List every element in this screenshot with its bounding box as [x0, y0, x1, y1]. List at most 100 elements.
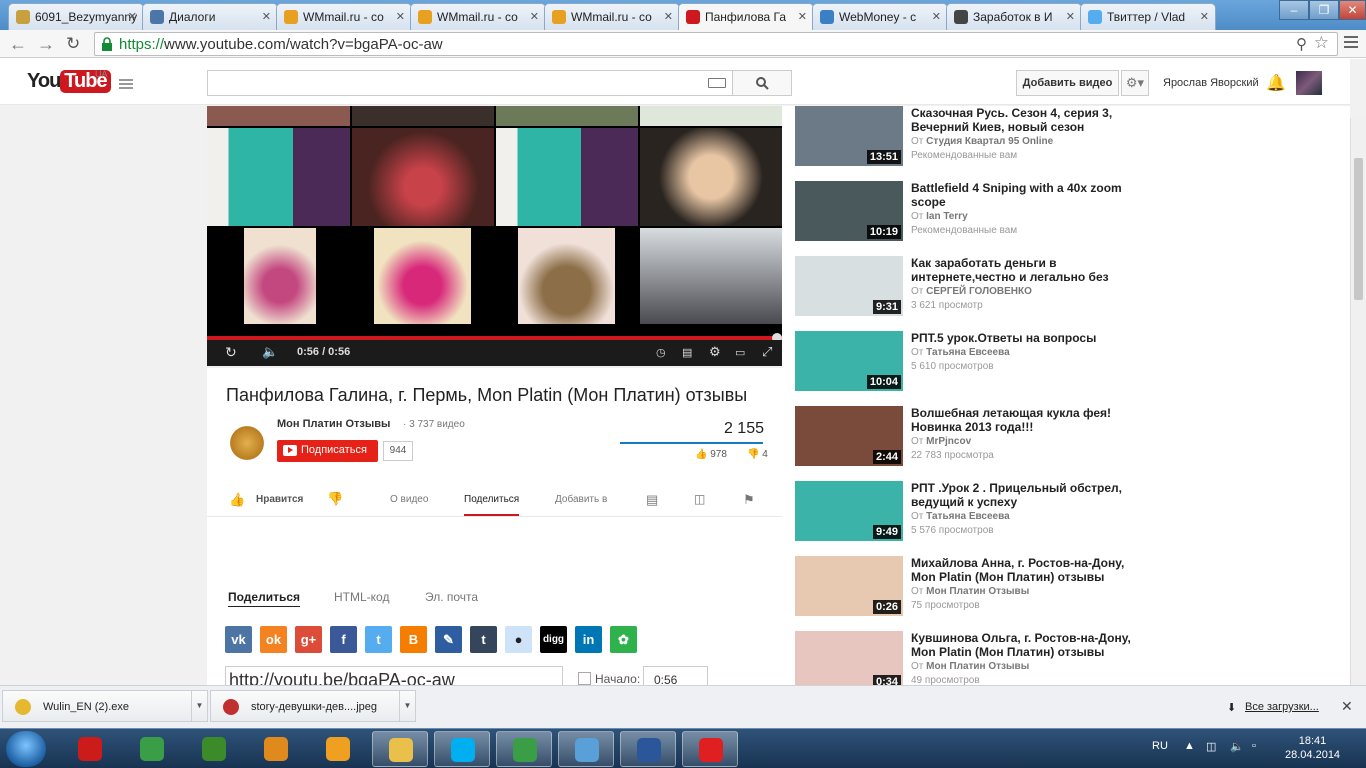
browser-tab[interactable]: Панфилова Га ✕ — [678, 3, 814, 31]
endscreen-thumb[interactable] — [244, 228, 316, 324]
fullscreen-icon[interactable]: ⤢ — [762, 344, 772, 360]
recommended-title[interactable]: Волшебная летающая кукла фея! Новинка 20… — [911, 406, 1133, 434]
video-thumbnail[interactable]: 10:04 — [795, 331, 903, 391]
taskbar-word[interactable] — [620, 731, 676, 767]
tumblr-share-icon[interactable]: t — [470, 626, 497, 653]
dislike-thumb-icon[interactable]: 👎 — [327, 491, 343, 507]
recommended-channel[interactable]: От Татьяна Евсеева — [911, 511, 1010, 522]
video-thumbnail[interactable]: 2:44 — [795, 406, 903, 466]
network-icon[interactable]: ▫ — [1252, 740, 1256, 752]
recommended-title[interactable]: Как заработать деньги в интернете,честно… — [911, 256, 1133, 284]
avatar[interactable] — [1296, 71, 1322, 95]
channel-name[interactable]: Мон Платин Отзывы — [277, 418, 390, 430]
theater-icon[interactable]: ▭ — [735, 346, 745, 359]
digg-share-icon[interactable]: digg — [540, 626, 567, 653]
subscribe-button[interactable]: Подписаться — [277, 440, 378, 462]
volume-tray-icon[interactable]: 🔈 — [1230, 740, 1244, 753]
scrollbar-thumb[interactable] — [1354, 158, 1363, 300]
browser-tab[interactable]: WMmail.ru - со ✕ — [276, 3, 412, 30]
chrome-menu-icon[interactable] — [1344, 36, 1358, 51]
recommended-channel[interactable]: От Мон Платин Отзывы — [911, 661, 1029, 672]
recommended-channel[interactable]: От MrPjncov — [911, 436, 971, 447]
close-tab-icon[interactable]: ✕ — [1200, 10, 1209, 23]
start-time-input[interactable]: 0:56 — [643, 666, 708, 685]
notifications-bell-icon[interactable]: 🔔 — [1266, 73, 1286, 93]
language-indicator[interactable]: RU — [1152, 740, 1168, 752]
google-plus-share-icon[interactable]: g+ — [295, 626, 322, 653]
tab-add-to[interactable]: Добавить в — [555, 494, 607, 505]
bookmark-star-icon[interactable]: ☆ — [1314, 33, 1329, 53]
dislike-count[interactable]: 👎 4 — [747, 449, 768, 460]
recommended-video[interactable]: 13:51 Сказочная Русь. Сезон 4, серия 3, В… — [795, 106, 1135, 176]
like-count[interactable]: 👍 978 — [695, 449, 727, 460]
endscreen-thumb[interactable] — [518, 228, 615, 324]
download-item[interactable]: story-девушки-дев....jpeg ▼ — [210, 690, 416, 722]
recommended-video[interactable]: 9:31 Как заработать деньги в интернете,че… — [795, 256, 1135, 326]
endscreen-thumb[interactable] — [352, 128, 494, 226]
linkedin-share-icon[interactable]: in — [575, 626, 602, 653]
taskbar-chrome[interactable] — [496, 731, 552, 767]
recommended-video[interactable]: 10:04 РПТ.5 урок.Ответы на вопросы От Тать… — [795, 331, 1135, 401]
blogger-share-icon[interactable]: B — [400, 626, 427, 653]
zoom-icon[interactable]: ⚲ — [1296, 35, 1307, 53]
recommended-channel[interactable]: От Татьяна Евсеева — [911, 347, 1010, 358]
twitter-share-icon[interactable]: t — [365, 626, 392, 653]
all-downloads-link[interactable]: ⬇ Все загрузки... — [1227, 701, 1319, 714]
reddit-share-icon[interactable]: ● — [505, 626, 532, 653]
volume-icon[interactable]: 🔈 — [262, 344, 278, 360]
browser-tab[interactable]: WMmail.ru - со ✕ — [544, 3, 680, 30]
close-window-button[interactable]: ✕ — [1339, 0, 1366, 20]
minimize-button[interactable]: – — [1279, 0, 1309, 20]
browser-tab[interactable]: Диалоги ✕ — [142, 3, 278, 30]
recommended-title[interactable]: РПТ .Урок 2 . Прицельный обстрел, ведущи… — [911, 481, 1133, 509]
stumbleupon-share-icon[interactable]: ✿ — [610, 626, 637, 653]
like-button[interactable]: Нравится — [256, 494, 303, 505]
livejournal-share-icon[interactable]: ✎ — [435, 626, 462, 653]
odnoklassniki-share-icon[interactable]: ok — [260, 626, 287, 653]
endscreen-thumb[interactable] — [640, 106, 782, 126]
keyboard-icon[interactable] — [708, 78, 726, 88]
taskbar-explorer[interactable] — [372, 731, 428, 767]
video-thumbnail[interactable]: 10:19 — [795, 181, 903, 241]
recommended-title[interactable]: РПТ.5 урок.Ответы на вопросы — [911, 331, 1133, 345]
video-thumbnail[interactable]: 9:49 — [795, 481, 903, 541]
close-tab-icon[interactable]: ✕ — [262, 10, 271, 23]
share-tab-email[interactable]: Эл. почта — [425, 590, 478, 604]
taskbar-yandex-browser[interactable] — [682, 731, 738, 767]
recommended-title[interactable]: Сказочная Русь. Сезон 4, серия 3, Вечерн… — [911, 106, 1133, 134]
endscreen-thumb[interactable] — [207, 106, 350, 126]
user-name[interactable]: Ярослав Яворский — [1163, 77, 1259, 89]
share-tab-embed[interactable]: HTML-код — [334, 590, 389, 604]
taskbar-skype[interactable] — [434, 731, 490, 767]
browser-tab[interactable]: WMmail.ru - со ✕ — [410, 3, 546, 30]
facebook-share-icon[interactable]: f — [330, 626, 357, 653]
taskbar-chrome[interactable] — [124, 731, 180, 767]
download-menu-chevron-icon[interactable]: ▼ — [399, 691, 415, 721]
browser-tab[interactable]: WebMoney - с ✕ — [812, 3, 948, 30]
search-input[interactable] — [207, 70, 733, 96]
start-button[interactable] — [6, 731, 46, 767]
close-tab-icon[interactable]: ✕ — [798, 10, 807, 23]
download-item[interactable]: Wulin_EN (2).exe ▼ — [2, 690, 208, 722]
recommended-video[interactable]: 0:34 Кувшинова Ольга, г. Ростов-на-Дону, … — [795, 631, 1135, 685]
restore-button[interactable]: ❐ — [1309, 0, 1339, 20]
upload-button[interactable]: Добавить видео — [1016, 70, 1119, 96]
recommended-video[interactable]: 2:44 Волшебная летающая кукла фея! Новинк… — [795, 406, 1135, 476]
recommended-title[interactable]: Кувшинова Ольга, г. Ростов-на-Дону, Mon … — [911, 631, 1133, 659]
download-menu-chevron-icon[interactable]: ▼ — [191, 691, 207, 721]
clock[interactable]: 18:41 28.04.2014 — [1285, 734, 1340, 762]
endscreen-thumb[interactable] — [640, 228, 782, 324]
close-tab-icon[interactable]: ✕ — [396, 10, 405, 23]
tab-share[interactable]: Поделиться — [464, 494, 520, 516]
tray-expand-icon[interactable]: ▲ — [1184, 740, 1195, 752]
recommended-title[interactable]: Battlefield 4 Sniping with a 40x zoom sc… — [911, 181, 1133, 209]
taskbar-paint[interactable] — [558, 731, 614, 767]
settings-icon[interactable]: ⚙ — [709, 344, 721, 360]
replay-icon[interactable]: ↻ — [225, 344, 237, 361]
recommended-channel[interactable]: От Ian Terry — [911, 211, 968, 222]
vk-share-icon[interactable]: vk — [225, 626, 252, 653]
taskbar-opera[interactable] — [62, 731, 118, 767]
video-thumbnail[interactable]: 13:51 — [795, 106, 903, 166]
browser-tab[interactable]: Заработок в И ✕ — [946, 3, 1082, 30]
close-tab-icon[interactable]: ✕ — [1066, 10, 1075, 23]
